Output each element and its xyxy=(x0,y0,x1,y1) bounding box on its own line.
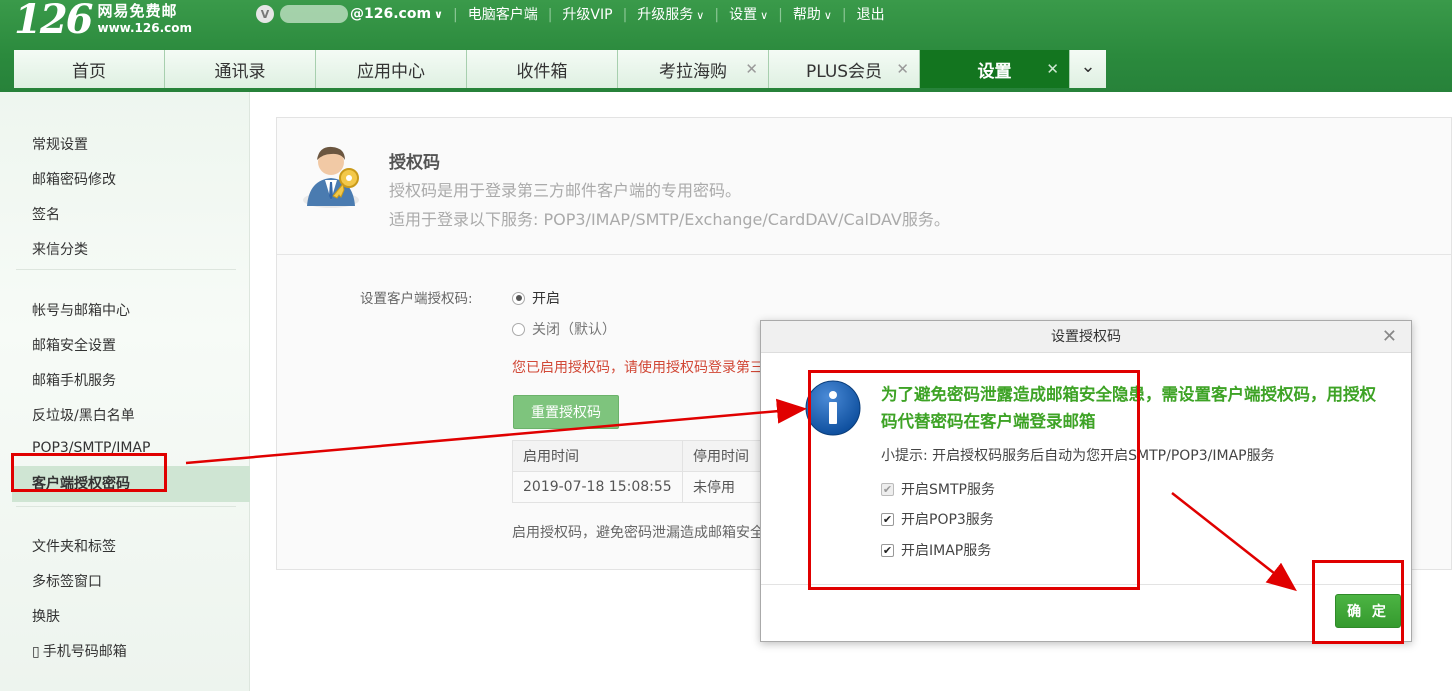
annotation-arrows xyxy=(185,398,1297,592)
annotation-arrow xyxy=(185,398,807,465)
annotation-arrow xyxy=(1171,492,1297,592)
